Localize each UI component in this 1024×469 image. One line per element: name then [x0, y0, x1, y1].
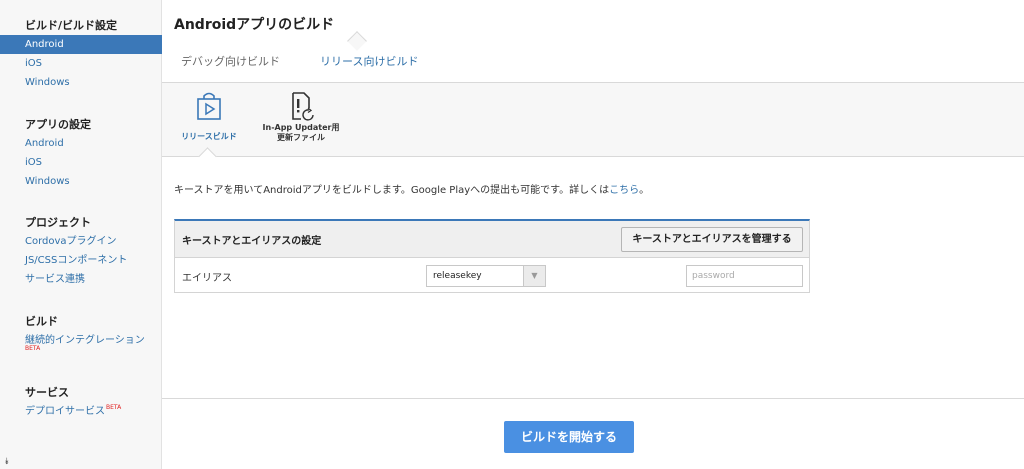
footer: ビルドを開始する — [162, 398, 1024, 469]
sidebar-item-label: デプロイサービス — [25, 406, 105, 417]
sidebar-item-build-windows[interactable]: Windows — [0, 73, 162, 92]
beta-badge: BETA — [106, 404, 122, 411]
alias-select[interactable]: releasekey ▼ — [426, 265, 546, 287]
subtab-release-build[interactable]: リリースビルド — [172, 91, 246, 142]
scroll-down-icon[interactable]: ⯯ — [4, 458, 9, 467]
sidebar-item-app-ios[interactable]: iOS — [0, 153, 162, 172]
sidebar-section-app-settings: アプリの設定 Android iOS Windows — [0, 116, 162, 191]
sidebar-section-build-settings: ビルド/ビルド設定 Android iOS Windows — [0, 17, 162, 92]
details-link[interactable]: こちら — [609, 185, 639, 196]
manage-keystore-button[interactable]: キーストアとエイリアスを管理する — [621, 227, 803, 252]
sidebar-header: アプリの設定 — [25, 118, 91, 131]
alias-row: エイリアス releasekey ▼ — [175, 258, 809, 292]
release-subtabs: リリースビルド In-App Updater用 更新ファイル — [162, 83, 1024, 157]
subtab-label-line1: In-App Updater用 — [262, 123, 340, 132]
store-bag-icon — [197, 92, 221, 120]
sidebar-item-deploy-service[interactable]: デプロイサービス BETA — [0, 402, 162, 421]
sidebar: ビルド/ビルド設定 Android iOS Windows アプリの設定 And… — [0, 0, 162, 469]
build-tabs: デバッグ向けビルド リリース向けビルド — [162, 40, 1024, 83]
sidebar-section-services: サービス デプロイサービス BETA — [0, 384, 162, 421]
keystore-panel-header: キーストアとエイリアスの設定 キーストアとエイリアスを管理する — [175, 221, 809, 258]
alias-label: エイリアス — [182, 273, 232, 284]
sidebar-item-app-windows[interactable]: Windows — [0, 172, 162, 191]
page-title: Androidアプリのビルド — [174, 17, 335, 33]
description-text: キーストアを用いてAndroidアプリをビルドします。Google Playへの… — [174, 185, 610, 196]
start-build-button[interactable]: ビルドを開始する — [504, 421, 634, 453]
sidebar-item-label: 継続的インテグレーション — [25, 335, 145, 346]
sidebar-header: ビルド — [25, 315, 58, 328]
description: キーストアを用いてAndroidアプリをビルドします。Google Playへの… — [174, 181, 649, 196]
keystore-panel: キーストアとエイリアスの設定 キーストアとエイリアスを管理する エイリアス re… — [174, 219, 810, 293]
sidebar-item-service-integration[interactable]: サービス連携 — [0, 270, 162, 289]
sidebar-item-cordova-plugins[interactable]: Cordovaプラグイン — [0, 232, 162, 251]
sidebar-header: プロジェクト — [25, 216, 91, 229]
chevron-down-icon: ▼ — [523, 266, 545, 286]
sidebar-item-build-android[interactable]: Android — [0, 35, 162, 54]
subtab-label-line2: 更新ファイル — [277, 133, 325, 142]
keystore-panel-title: キーストアとエイリアスの設定 — [182, 236, 322, 247]
file-update-icon — [292, 92, 314, 121]
password-input[interactable] — [686, 265, 803, 287]
sidebar-header: ビルド/ビルド設定 — [25, 19, 118, 32]
sidebar-item-build-ios[interactable]: iOS — [0, 54, 162, 73]
sidebar-section-build: ビルド 継続的インテグレーション BETA — [0, 313, 162, 355]
sidebar-section-project: プロジェクト Cordovaプラグイン JS/CSSコンポーネント サービス連携 — [0, 214, 162, 289]
subtab-label: リリースビルド — [181, 132, 237, 141]
sidebar-item-js-css-components[interactable]: JS/CSSコンポーネント — [0, 251, 162, 270]
alias-select-value: releasekey — [433, 271, 482, 281]
sidebar-item-app-android[interactable]: Android — [0, 134, 162, 153]
beta-badge: BETA — [25, 345, 41, 352]
tab-release-build[interactable]: リリース向けビルド — [320, 53, 418, 69]
description-suffix: 。 — [639, 185, 650, 196]
main-content: Androidアプリのビルド デバッグ向けビルド リリース向けビルド リリースビ… — [162, 0, 1024, 469]
sidebar-item-continuous-integration[interactable]: 継続的インテグレーション BETA — [0, 331, 162, 355]
tab-debug-build[interactable]: デバッグ向けビルド — [181, 53, 280, 69]
sidebar-header: サービス — [25, 386, 69, 399]
subtab-in-app-updater[interactable]: In-App Updater用 更新ファイル — [258, 91, 344, 143]
